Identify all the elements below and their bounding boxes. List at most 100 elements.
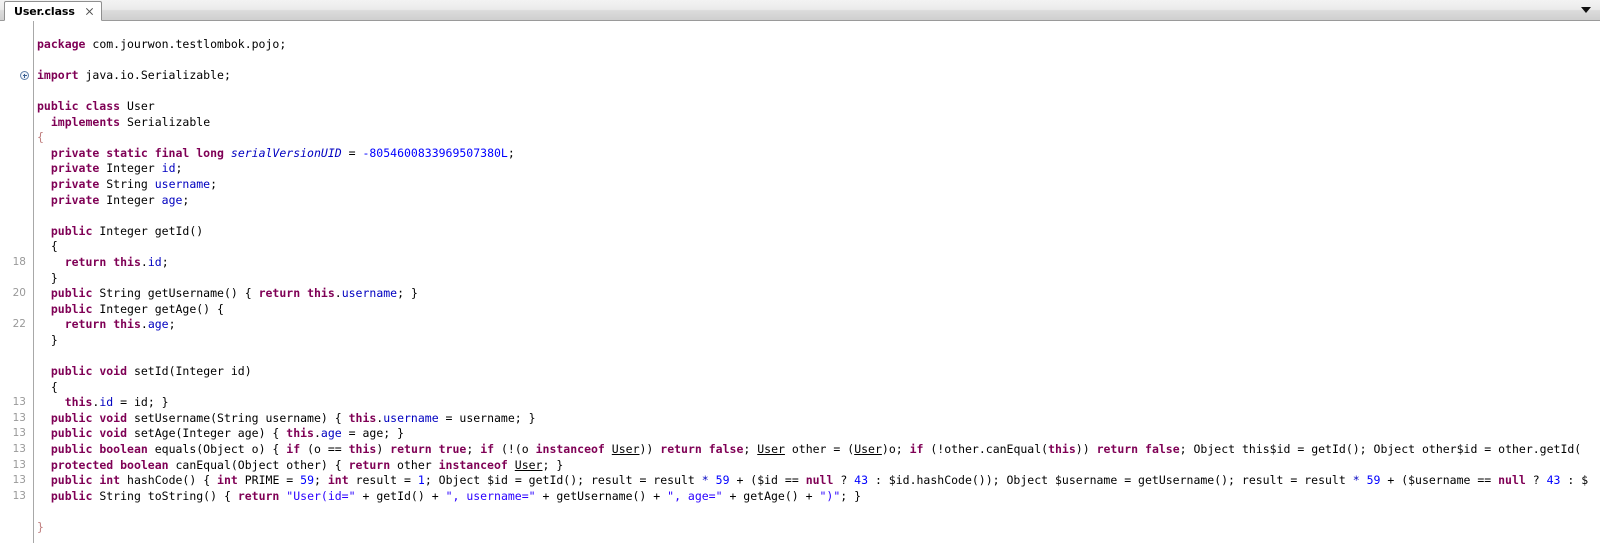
code-line[interactable]: 22 return this.age;	[0, 317, 1600, 333]
code-token: public void	[50, 410, 128, 425]
code-token: public boolean	[50, 442, 148, 457]
tab-user-class[interactable]: User.class	[4, 1, 102, 21]
fold-expand-icon[interactable]	[20, 70, 29, 80]
code-line[interactable]: 18 return this.id;	[0, 255, 1600, 271]
code-token: this	[307, 286, 335, 301]
code-token: public void	[50, 364, 128, 379]
code-token: ;	[161, 254, 169, 269]
line-number: 13	[12, 443, 26, 456]
code-token: setId(Integer id)	[127, 364, 252, 379]
code-text: public Integer getAge() {	[37, 302, 224, 318]
code-line[interactable]: import java.io.Serializable;	[0, 68, 1600, 84]
code-line[interactable]: }	[0, 333, 1600, 349]
code-line[interactable]: private static final long serialVersionU…	[0, 146, 1600, 162]
code-token: private static final long	[50, 145, 224, 160]
code-line[interactable]: public Integer getId()	[0, 224, 1600, 240]
code-token: int	[327, 473, 349, 488]
code-token: + getUsername() +	[535, 488, 668, 503]
code-line[interactable]: public Integer getAge() {	[0, 302, 1600, 318]
code-token: return false	[660, 442, 744, 457]
code-line[interactable]	[0, 83, 1600, 99]
code-token: ", username="	[445, 488, 536, 503]
code-line[interactable]: private Integer id;	[0, 161, 1600, 177]
code-token: User	[854, 442, 882, 457]
code-token: ;	[182, 192, 190, 207]
code-line[interactable]: public class User	[0, 99, 1600, 115]
code-text: public void setAge(Integer age) { this.a…	[37, 426, 404, 442]
code-token: id	[99, 395, 114, 410]
code-token: java.io.Serializable;	[78, 67, 231, 82]
code-line[interactable]: }	[0, 271, 1600, 287]
code-token: ;	[466, 442, 481, 457]
code-line[interactable]: public void setId(Integer id)	[0, 364, 1600, 380]
code-token: Integer	[99, 192, 162, 207]
code-line[interactable]: 13 this.id = id; }	[0, 395, 1600, 411]
code-line[interactable]: 13 public int hashCode() { int PRIME = 5…	[0, 473, 1600, 489]
code-token: setAge(Integer age) {	[127, 426, 287, 441]
code-token: .	[334, 286, 342, 301]
code-token: : $id.hashCode()); Object $username = ge…	[868, 473, 1353, 488]
code-token: this	[113, 254, 141, 269]
code-token: + getId() +	[355, 488, 446, 503]
code-token: PRIME =	[237, 473, 301, 488]
code-text: }	[37, 333, 58, 349]
code-token: = username; }	[438, 410, 536, 425]
code-line[interactable]: }	[0, 520, 1600, 536]
code-line[interactable]: implements Serializable	[0, 115, 1600, 131]
code-token: public	[50, 488, 93, 503]
code-token: ")"	[819, 488, 841, 503]
code-token: : $	[1560, 473, 1589, 488]
code-line[interactable]: 13 public void setAge(Integer age) { thi…	[0, 426, 1600, 442]
code-token: public int	[50, 473, 121, 488]
code-token: ; Object this$id = getId(); Object other…	[1179, 442, 1582, 457]
code-token: age	[147, 317, 169, 332]
code-line[interactable]: package com.jourwon.testlombok.pojo;	[0, 37, 1600, 53]
code-line[interactable]	[0, 348, 1600, 364]
code-token: if	[480, 442, 495, 457]
code-token: private	[50, 176, 100, 191]
code-token: User	[514, 457, 543, 472]
code-token: String	[99, 176, 155, 191]
code-token: Serializable	[120, 114, 211, 129]
code-token: + getAge() +	[722, 488, 820, 503]
code-token: = age; }	[341, 426, 405, 441]
code-token: implements	[50, 114, 121, 129]
code-token: 43	[854, 473, 869, 488]
code-line[interactable]	[0, 21, 1600, 37]
code-token: (!other.canEqual(	[923, 442, 1049, 457]
code-line[interactable]	[0, 52, 1600, 68]
code-token: = id; }	[113, 395, 169, 410]
chevron-down-icon[interactable]	[1578, 3, 1594, 17]
code-token: {	[37, 239, 58, 254]
code-editor[interactable]: package com.jourwon.testlombok.pojo; impo…	[0, 21, 1600, 543]
code-text: implements Serializable	[37, 115, 210, 131]
line-number: 22	[12, 318, 26, 331]
code-token: public class	[37, 98, 121, 113]
code-line[interactable]: 13 public void setUsername(String userna…	[0, 411, 1600, 427]
code-line[interactable]: 13 public boolean equals(Object o) { if …	[0, 442, 1600, 458]
code-token: this	[348, 410, 377, 425]
code-line[interactable]: private String username;	[0, 177, 1600, 193]
code-line[interactable]: {	[0, 130, 1600, 146]
code-line[interactable]: private Integer age;	[0, 193, 1600, 209]
code-token: username	[341, 286, 398, 301]
code-token: 59	[300, 473, 314, 488]
code-line[interactable]: 20 public String getUsername() { return …	[0, 286, 1600, 302]
close-icon[interactable]	[84, 6, 95, 17]
code-token: this	[1048, 442, 1076, 457]
code-text: public Integer getId()	[37, 224, 203, 240]
code-line[interactable]: {	[0, 239, 1600, 255]
code-text: }	[37, 520, 44, 536]
code-line[interactable]: 13 protected boolean canEqual(Object oth…	[0, 458, 1600, 474]
code-line[interactable]	[0, 504, 1600, 520]
code-line[interactable]: {	[0, 380, 1600, 396]
code-line[interactable]: 13 public String toString() { return "Us…	[0, 489, 1600, 505]
code-line[interactable]	[0, 208, 1600, 224]
code-token: =	[341, 145, 363, 160]
code-text: public String toString() { return "User(…	[37, 489, 861, 505]
